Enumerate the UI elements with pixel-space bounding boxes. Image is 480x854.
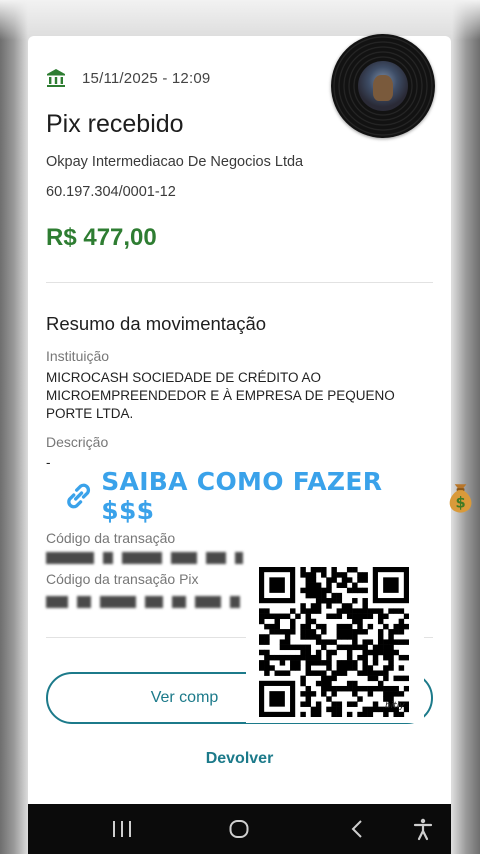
view-receipt-label: Ver comp bbox=[150, 689, 219, 706]
back-icon[interactable] bbox=[346, 817, 370, 841]
promo-link-sticker[interactable]: SAIBA COMO FAZER $$$ $ bbox=[62, 467, 480, 525]
page-title: Pix recebido bbox=[46, 110, 184, 138]
institution-label: Instituição bbox=[46, 348, 110, 364]
description-label: Descrição bbox=[46, 434, 109, 450]
payer-name: Okpay Intermediacao De Negocios Ltda bbox=[46, 154, 304, 170]
institution-value: MICROCASH SOCIEDADE DE CRÉDITO AO MICROE… bbox=[46, 370, 395, 421]
bank-icon bbox=[47, 69, 65, 87]
transaction-code-label: Código da transação bbox=[46, 530, 176, 546]
music-disc-sticker[interactable] bbox=[331, 34, 435, 138]
status-area bbox=[0, 0, 480, 40]
payer-cnpj: 60.197.304/0001-12 bbox=[46, 184, 176, 200]
pix-code-label: Código da transação Pix bbox=[46, 571, 199, 587]
promo-text: SAIBA COMO FAZER $$$ bbox=[101, 467, 383, 525]
qr-brand-label: bitly bbox=[385, 701, 405, 711]
qr-code-sticker[interactable]: bitly bbox=[246, 553, 424, 723]
album-art bbox=[358, 61, 408, 111]
refund-button[interactable]: Devolver bbox=[28, 750, 451, 768]
date-row: 15/11/2025 - 12:09 bbox=[46, 68, 210, 88]
link-icon bbox=[67, 483, 91, 509]
svg-text:$: $ bbox=[455, 495, 465, 512]
amount-value: R$ 477,00 bbox=[46, 224, 157, 251]
accessibility-icon[interactable] bbox=[411, 817, 435, 841]
android-nav-bar bbox=[28, 804, 451, 854]
divider bbox=[46, 282, 433, 283]
pix-code-blurred bbox=[46, 595, 249, 609]
transaction-code-blurred bbox=[46, 551, 252, 565]
transaction-date: 15/11/2025 - 12:09 bbox=[82, 69, 211, 87]
summary-title: Resumo da movimentação bbox=[46, 313, 267, 334]
money-bag-icon: $ bbox=[449, 484, 472, 513]
recents-icon[interactable] bbox=[110, 817, 134, 841]
qr-code bbox=[259, 567, 409, 717]
home-icon[interactable] bbox=[227, 817, 251, 841]
